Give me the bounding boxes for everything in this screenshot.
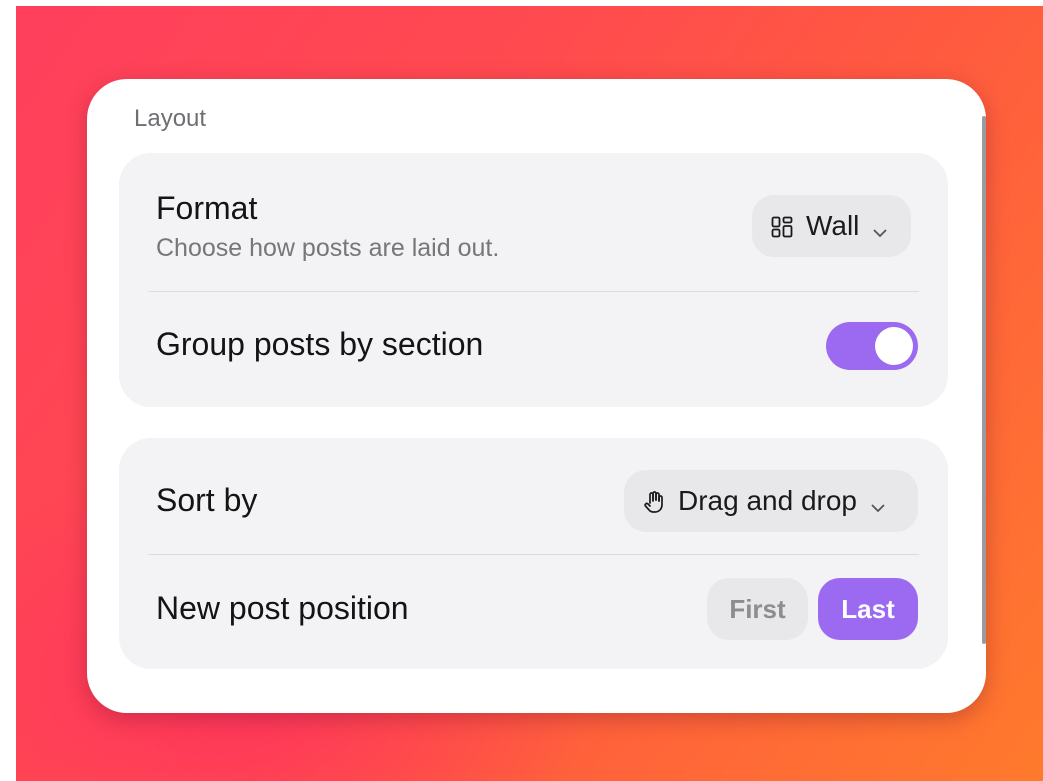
format-dropdown-value: Wall — [806, 210, 860, 241]
format-settings-group: Format Choose how posts are laid out. Wa… — [119, 153, 948, 407]
sort-by-label: Sort by — [156, 482, 258, 518]
format-description: Choose how posts are laid out. — [156, 234, 500, 262]
panel-scrollbar[interactable] — [982, 116, 986, 644]
grid-layout-icon — [770, 214, 794, 238]
position-first-button[interactable]: First — [707, 578, 808, 640]
chevron-down-icon — [871, 217, 889, 238]
panel-title: Layout — [134, 105, 207, 132]
group-posts-toggle[interactable] — [826, 322, 918, 370]
new-post-position-label: New post position — [156, 590, 409, 626]
format-dropdown[interactable]: Wall — [752, 195, 912, 257]
layout-settings-panel: Layout Format Choose how posts are laid … — [87, 79, 986, 713]
sort-by-dropdown[interactable]: Drag and drop — [624, 470, 918, 532]
group-posts-label: Group posts by section — [156, 326, 484, 362]
hand-pointer-icon — [642, 489, 666, 513]
format-label: Format — [156, 190, 258, 226]
position-last-button[interactable]: Last — [818, 578, 918, 640]
sort-by-dropdown-value: Drag and drop — [678, 485, 858, 516]
chevron-down-icon — [869, 492, 887, 513]
divider — [148, 291, 919, 292]
toggle-knob — [875, 327, 913, 365]
divider — [148, 554, 919, 555]
sort-settings-group: Sort by Drag and drop New post position … — [119, 438, 948, 669]
